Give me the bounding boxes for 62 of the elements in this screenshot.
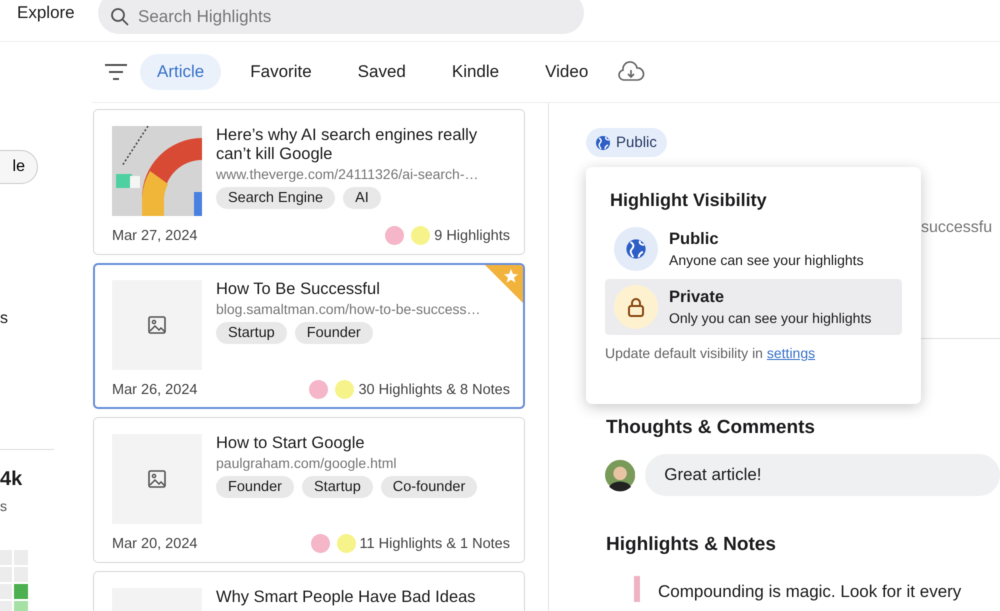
search-bar[interactable]: Search Highlights bbox=[98, 0, 584, 34]
visibility-chip[interactable]: Public bbox=[586, 128, 667, 157]
stat-label: s bbox=[0, 498, 7, 514]
lock-icon bbox=[626, 296, 646, 318]
article-title: Why Smart People Have Bad Ideas bbox=[216, 588, 477, 607]
article-date: Mar 20, 2024 bbox=[112, 536, 198, 552]
tag[interactable]: Search Engine bbox=[216, 187, 336, 209]
image-icon bbox=[147, 469, 167, 489]
option-label: Public bbox=[669, 230, 720, 249]
popup-title: Highlight Visibility bbox=[610, 190, 768, 211]
comment-bubble: Great article! bbox=[645, 454, 1000, 496]
article-card[interactable]: Why Smart People Have Bad Ideas bbox=[93, 571, 525, 611]
article-card[interactable]: How to Start Google paulgraham.com/google.html Founder Startup Co-founder Mar 20, 2024 11 Highlights & 1 Notes bbox=[93, 417, 525, 563]
article-card[interactable]: How To Be Successful blog.samaltman.com/how-to-be-success… Startup Founder Mar 26, 2024 30 Highlights & 8 Notes bbox=[93, 263, 525, 409]
tag[interactable]: Startup bbox=[302, 476, 373, 498]
highlight-count: 9 Highlights bbox=[434, 228, 510, 244]
description-text: successfu bbox=[921, 219, 994, 237]
sidebar-label: s bbox=[0, 310, 8, 328]
search-icon bbox=[110, 7, 130, 27]
tab[interactable]: Saved bbox=[340, 54, 423, 90]
highlight-count: 11 Highlights & 1 Notes bbox=[360, 536, 510, 552]
tag[interactable]: Founder bbox=[216, 476, 294, 498]
article-date: Mar 27, 2024 bbox=[112, 228, 198, 244]
article-title: Here’s why AI search engines really can’t kill Google bbox=[216, 126, 478, 164]
page-title: Explore bbox=[16, 2, 76, 23]
globe-icon bbox=[595, 134, 611, 150]
stat-value: 4k bbox=[0, 468, 22, 491]
sidebar-button[interactable]: le bbox=[0, 150, 38, 184]
article-url: www.theverge.com/24111326/ai-search-… bbox=[216, 166, 480, 182]
article-url: blog.samaltman.com/how-to-be-success… bbox=[216, 301, 482, 317]
visibility-option[interactable]: Public Anyone can see your highlights bbox=[605, 221, 902, 277]
highlight-count: 30 Highlights & 8 Notes bbox=[358, 382, 510, 398]
article-title: How to Start Google bbox=[216, 434, 366, 453]
tag[interactable]: AI bbox=[343, 187, 381, 209]
popup-footer-text: Update default visibility in bbox=[605, 345, 763, 361]
article-card[interactable]: Here’s why AI search engines really can’t kill Google www.theverge.com/24111326/ai-search-… Search Engine AI Mar 27, 2024 9 Highlights bbox=[93, 109, 525, 255]
globe-icon bbox=[625, 238, 647, 260]
settings-link[interactable]: settings bbox=[766, 345, 816, 361]
tag[interactable]: Co-founder bbox=[380, 476, 478, 498]
tab[interactable]: Kindle bbox=[434, 54, 516, 90]
option-description: Anyone can see your highlights bbox=[669, 252, 864, 268]
article-date: Mar 26, 2024 bbox=[112, 382, 198, 398]
search-field[interactable]: Search Highlights bbox=[136, 6, 540, 28]
section-heading: Thoughts & Comments bbox=[606, 417, 816, 439]
article-title: How To Be Successful bbox=[216, 280, 381, 299]
highlight-bar bbox=[634, 576, 640, 602]
tab[interactable]: Favorite bbox=[233, 54, 329, 90]
avatar bbox=[605, 457, 636, 493]
activity-heatmap-drawing bbox=[0, 550, 28, 611]
tag[interactable]: Founder bbox=[294, 322, 373, 344]
option-label: Private bbox=[669, 288, 726, 307]
image-icon bbox=[147, 315, 167, 335]
section-heading: Highlights & Notes bbox=[606, 534, 777, 556]
tag[interactable]: Startup bbox=[216, 322, 287, 344]
article-url: paulgraham.com/google.html bbox=[216, 455, 398, 471]
tab[interactable]: Article bbox=[140, 54, 222, 90]
filter-icon[interactable] bbox=[104, 62, 128, 82]
visibility-option[interactable]: Private Only you can see your highlights bbox=[605, 279, 902, 335]
option-description: Only you can see your highlights bbox=[669, 310, 872, 326]
cloud-download-icon[interactable] bbox=[617, 61, 646, 83]
tab[interactable]: Video bbox=[528, 54, 606, 90]
highlight-text: Compounding is magic. Look for it every bbox=[658, 581, 962, 602]
